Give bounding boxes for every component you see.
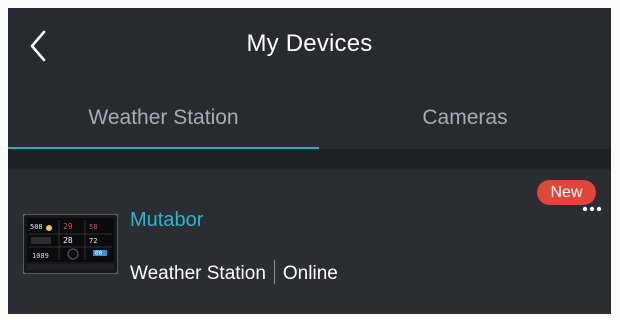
device-type: Weather Station bbox=[130, 263, 266, 285]
meta-divider bbox=[273, 260, 275, 284]
tab-bar: Weather Station Cameras bbox=[8, 83, 611, 153]
page-title: My Devices bbox=[246, 30, 373, 57]
display-reading-6: 1089 bbox=[32, 252, 49, 260]
device-status: Online bbox=[282, 263, 338, 285]
weather-station-display-icon: 508 29 58 28 72 1089 00 bbox=[22, 213, 119, 275]
display-reading-5: 72 bbox=[89, 237, 97, 245]
tab-cameras[interactable]: Cameras bbox=[319, 83, 611, 153]
more-options-button[interactable] bbox=[577, 200, 607, 218]
tab-weather-station[interactable]: Weather Station bbox=[8, 83, 319, 153]
section-divider bbox=[8, 149, 611, 169]
display-reading-7: 00 bbox=[95, 250, 103, 257]
device-card[interactable]: 508 29 58 28 72 1089 00 Mutabor Weather … bbox=[8, 169, 611, 314]
display-reading-1: 508 bbox=[30, 223, 43, 231]
display-reading-2: 29 bbox=[63, 222, 73, 231]
display-reading-4: 28 bbox=[63, 236, 73, 245]
more-horizontal-icon bbox=[582, 206, 602, 212]
app-screen: My Devices Weather Station Cameras 508 2… bbox=[8, 8, 611, 314]
top-bar: My Devices bbox=[8, 8, 611, 83]
device-meta: Weather Station Online bbox=[130, 260, 338, 286]
device-name[interactable]: Mutabor bbox=[130, 209, 203, 232]
display-reading-3: 58 bbox=[89, 223, 97, 231]
